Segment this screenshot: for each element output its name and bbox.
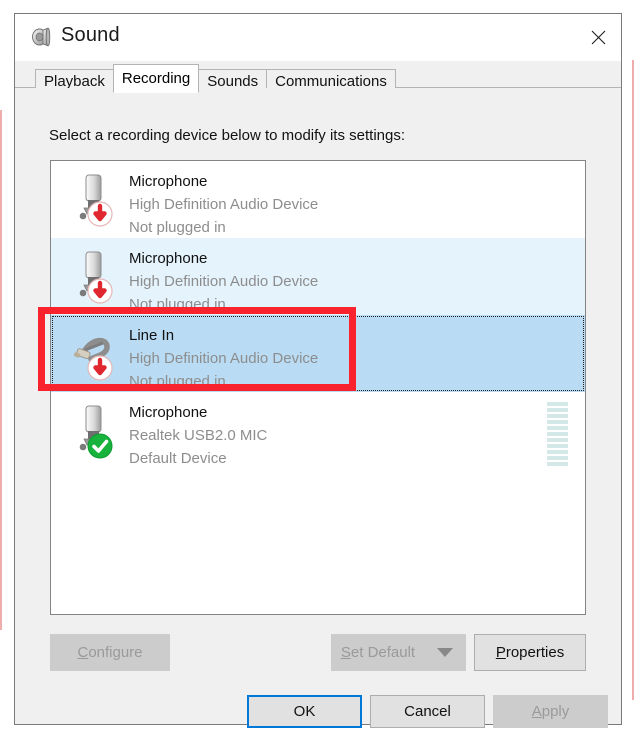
screen: Sound Playback Recording Sounds Communic… bbox=[0, 0, 637, 739]
left-edge-artifact bbox=[0, 110, 2, 630]
device-status: Not plugged in bbox=[129, 296, 226, 313]
device-description: High Definition Audio Device bbox=[129, 273, 319, 290]
device-status: Not plugged in bbox=[129, 219, 226, 236]
tab-strip: Playback Recording Sounds Communications bbox=[15, 61, 621, 94]
set-default-button-label: Set Default bbox=[340, 644, 416, 661]
set-default-button[interactable]: Set Default bbox=[331, 634, 424, 671]
window-title: Sound bbox=[61, 24, 120, 46]
ok-button-label: OK bbox=[293, 703, 316, 720]
instruction-text: Select a recording device below to modif… bbox=[49, 127, 406, 144]
device-name: Microphone bbox=[129, 404, 208, 421]
microphone-icon bbox=[73, 172, 125, 228]
meter-segment bbox=[547, 426, 568, 430]
device-name: Microphone bbox=[129, 250, 208, 267]
title-bar: Sound bbox=[15, 14, 621, 62]
table-row[interactable]: Microphone High Definition Audio Device … bbox=[51, 238, 585, 315]
close-icon[interactable] bbox=[575, 14, 621, 60]
device-name: Microphone bbox=[129, 173, 208, 190]
meter-segment bbox=[547, 420, 568, 424]
cancel-button-label: Cancel bbox=[404, 703, 451, 720]
sound-dialog: Sound Playback Recording Sounds Communic… bbox=[14, 13, 622, 728]
meter-segment bbox=[547, 402, 568, 406]
table-row-line-in[interactable]: Line In High Definition Audio Device Not… bbox=[51, 315, 585, 392]
properties-button[interactable]: Properties bbox=[474, 634, 586, 671]
apply-button[interactable]: Apply bbox=[493, 695, 608, 728]
meter-segment bbox=[547, 408, 568, 412]
microphone-icon bbox=[73, 403, 125, 459]
volume-level-meter bbox=[547, 402, 568, 466]
meter-segment bbox=[547, 450, 568, 454]
device-status: Default Device bbox=[129, 450, 227, 467]
table-row[interactable]: Microphone High Definition Audio Device … bbox=[51, 161, 585, 238]
recording-device-list[interactable]: Microphone High Definition Audio Device … bbox=[50, 160, 586, 615]
meter-segment bbox=[547, 462, 568, 466]
device-description: High Definition Audio Device bbox=[129, 196, 319, 213]
configure-button-label: Configure bbox=[77, 644, 143, 661]
right-edge-artifact bbox=[632, 60, 634, 700]
properties-button-label: Properties bbox=[495, 644, 565, 661]
ok-button[interactable]: OK bbox=[247, 695, 362, 728]
set-default-dropdown-button[interactable] bbox=[424, 634, 466, 671]
device-name: Line In bbox=[129, 327, 175, 344]
device-description: High Definition Audio Device bbox=[129, 350, 319, 367]
speaker-icon bbox=[30, 25, 54, 49]
chevron-down-icon bbox=[437, 648, 453, 657]
meter-segment bbox=[547, 456, 568, 460]
meter-segment bbox=[547, 444, 568, 448]
meter-segment bbox=[547, 432, 568, 436]
tab-recording[interactable]: Recording bbox=[112, 64, 200, 93]
cancel-button[interactable]: Cancel bbox=[370, 695, 485, 728]
line-in-jack-icon bbox=[73, 326, 125, 382]
tab-content-recording: Select a recording device below to modif… bbox=[15, 88, 621, 728]
configure-button[interactable]: Configure bbox=[50, 634, 170, 671]
microphone-icon bbox=[73, 249, 125, 305]
meter-segment bbox=[547, 438, 568, 442]
device-status: Not plugged in bbox=[129, 373, 226, 390]
meter-segment bbox=[547, 414, 568, 418]
table-row[interactable]: Microphone Realtek USB2.0 MIC Default De… bbox=[51, 392, 585, 469]
device-description: Realtek USB2.0 MIC bbox=[129, 427, 268, 444]
apply-button-label: Apply bbox=[531, 703, 570, 720]
